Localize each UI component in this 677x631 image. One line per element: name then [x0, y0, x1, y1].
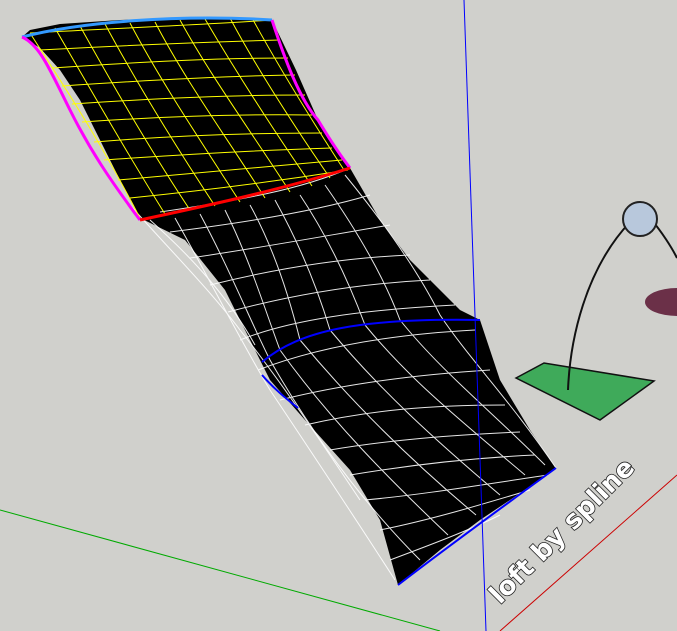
modeling-viewport[interactable]: loft by spline	[0, 0, 677, 631]
scene-canvas[interactable]: loft by spline	[0, 0, 677, 631]
green-axis	[0, 509, 441, 631]
green-square[interactable]	[514, 362, 656, 421]
ellipse-object[interactable]	[645, 288, 677, 316]
